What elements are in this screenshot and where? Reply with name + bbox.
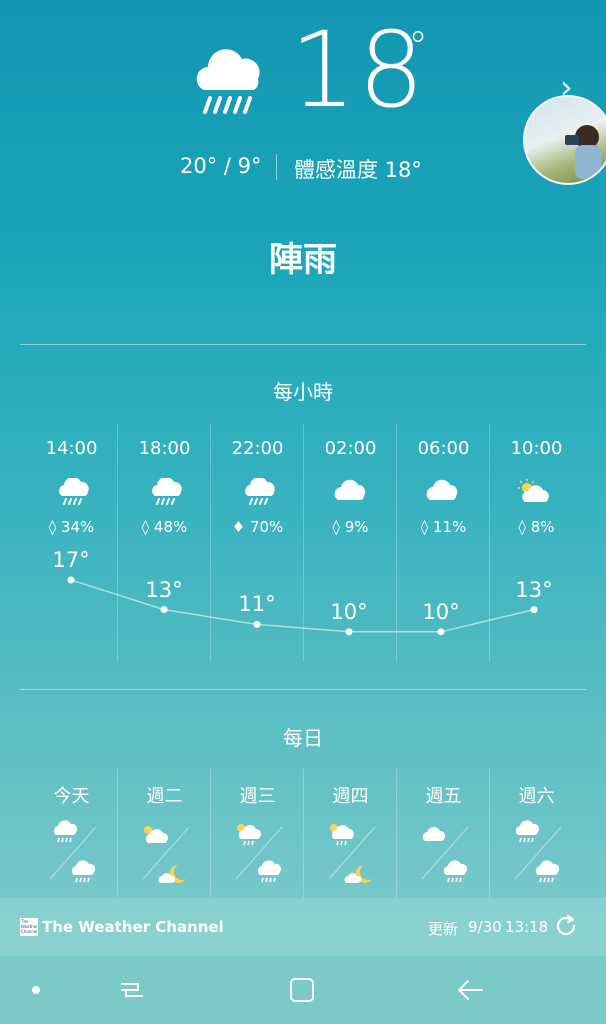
temperature-point <box>160 606 168 614</box>
hour-temperature: 10° <box>422 599 460 624</box>
hour-temperature: 13° <box>515 577 553 602</box>
raindrop-icon: ◊ <box>48 518 61 536</box>
provider-name[interactable]: The Weather Channel <box>42 918 224 936</box>
degree-symbol: ° <box>408 24 428 70</box>
raindrop-icon: ◊ <box>518 518 531 536</box>
rain-cloud-icon <box>515 820 540 843</box>
refresh-icon[interactable] <box>554 914 578 938</box>
hour-temperature: 10° <box>330 599 368 624</box>
hour-time: 06:00 <box>417 438 470 459</box>
raindrop-icon: ◊ <box>420 518 433 536</box>
temperature-point <box>345 628 353 636</box>
day-name: 週四 <box>332 786 369 807</box>
temperature-point <box>67 576 75 584</box>
update-label: 更新 <box>428 920 459 938</box>
daily-title: 每日 <box>283 726 323 750</box>
dot-icon[interactable] <box>30 984 42 996</box>
day-name: 週二 <box>146 786 183 807</box>
weather-channel-logo[interactable]: The Weather Channel <box>20 918 38 936</box>
partly-sunny-icon <box>518 479 549 502</box>
hour-temperature: 11° <box>238 592 276 617</box>
rain-cloud-icon <box>71 860 96 883</box>
temperature-point <box>437 628 445 636</box>
raindrop-filled-icon: ♦ <box>231 518 250 536</box>
precipitation-chance: ♦ 70% <box>231 518 284 536</box>
update-date: 9/30 <box>468 918 502 936</box>
current-temperature: 18 <box>290 9 427 131</box>
section-divider <box>20 344 586 345</box>
weather-condition: 陣雨 <box>269 240 337 280</box>
feels-like-temperature: 體感溫度 18° <box>294 158 422 182</box>
precipitation-chance: ◊ 8% <box>518 518 555 536</box>
avatar[interactable] <box>523 95 606 185</box>
home-icon[interactable] <box>288 976 316 1004</box>
rain-cloud-icon <box>59 478 89 505</box>
hour-time: 22:00 <box>231 438 284 459</box>
cloud-icon <box>426 479 458 500</box>
temperature-point <box>253 620 261 628</box>
daily-icons <box>49 820 562 883</box>
section-divider <box>20 689 586 690</box>
raindrop-icon: ◊ <box>141 518 154 536</box>
day-name: 週六 <box>518 786 555 807</box>
precipitation-chance: ◊ 11% <box>420 518 467 536</box>
hour-time: 18:00 <box>138 438 191 459</box>
rain-cloud-icon <box>257 860 282 883</box>
hour-temperature: 17° <box>52 548 90 572</box>
recent-apps-icon[interactable] <box>118 976 146 1004</box>
hour-time: 10:00 <box>510 438 563 459</box>
back-icon[interactable] <box>456 976 484 1004</box>
day-name: 週三 <box>239 786 276 807</box>
hour-temperature: 13° <box>145 577 183 602</box>
hour-time: 14:00 <box>45 438 98 459</box>
update-time: 13:18 <box>505 918 549 936</box>
cloudy-moon-icon <box>158 865 186 883</box>
rain-cloud-icon <box>152 478 182 505</box>
cloudy-moon-icon <box>344 865 372 883</box>
sun-rain-icon <box>237 824 261 846</box>
rain-cloud-icon <box>245 478 275 505</box>
rain-cloud-icon <box>443 860 468 883</box>
raindrop-icon: ◊ <box>332 518 345 536</box>
day-name: 今天 <box>53 786 90 807</box>
rain-cloud-icon <box>196 49 260 114</box>
precipitation-chance: ◊ 9% <box>332 518 369 536</box>
sun-rain-icon <box>330 824 354 846</box>
cloud-icon <box>334 479 366 500</box>
precipitation-chance: ◊ 48% <box>141 518 188 536</box>
hour-time: 02:00 <box>324 438 377 459</box>
high-low-temperature: 20° / 9° <box>180 154 262 178</box>
rain-cloud-icon <box>535 860 560 883</box>
divider <box>276 154 277 180</box>
partly-sunny-icon <box>144 826 168 843</box>
temperature-point <box>530 606 538 614</box>
cloud-icon <box>422 827 445 841</box>
day-name: 週五 <box>425 786 462 807</box>
precipitation-chance: ◊ 34% <box>48 518 95 536</box>
hourly-title: 每小時 <box>273 380 333 404</box>
rain-cloud-icon <box>53 820 78 843</box>
profile-photo <box>565 125 601 179</box>
